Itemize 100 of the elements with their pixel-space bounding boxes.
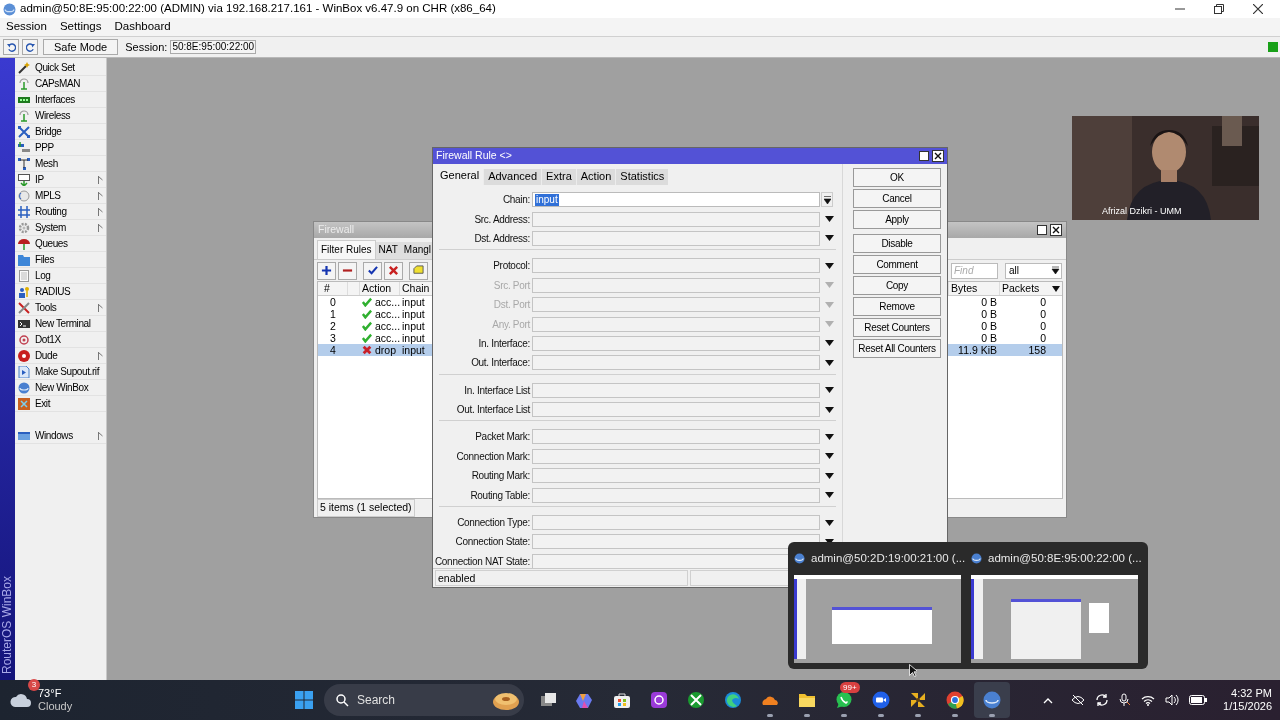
taskbar-app[interactable]: 99+: [826, 682, 862, 718]
battery-icon[interactable]: [1189, 695, 1208, 705]
sidebar-item[interactable]: Queues: [15, 236, 106, 252]
add-button[interactable]: [317, 261, 336, 280]
dialog-button[interactable]: Reset All Counters: [853, 339, 941, 358]
dropdown-icon[interactable]: [825, 262, 834, 269]
enable-button[interactable]: [363, 261, 382, 280]
sync-icon[interactable]: [1095, 693, 1110, 707]
dialog-button[interactable]: Comment: [853, 255, 941, 274]
hidden-eye-icon[interactable]: [1071, 694, 1086, 706]
select-field[interactable]: [532, 402, 820, 418]
select-field[interactable]: [532, 382, 820, 398]
sidebar-item[interactable]: Make Supout.rif: [15, 364, 106, 380]
dropdown-icon[interactable]: [825, 453, 834, 460]
select-field[interactable]: [532, 429, 820, 445]
dropdown-icon[interactable]: [825, 492, 834, 499]
sidebar-item[interactable]: Dude: [15, 348, 106, 364]
dialog-button[interactable]: Disable: [853, 234, 941, 253]
dialog-button[interactable]: OK: [853, 168, 941, 187]
wifi-icon[interactable]: [1141, 694, 1156, 706]
close-icon[interactable]: [1050, 224, 1062, 236]
select-field[interactable]: [532, 230, 820, 246]
remove-button[interactable]: [338, 261, 357, 280]
menu-item[interactable]: Session: [6, 18, 47, 36]
search-box[interactable]: Search: [324, 684, 524, 716]
window-thumbnail[interactable]: [971, 575, 1138, 663]
sidebar-item[interactable]: System: [15, 220, 106, 236]
filter-select[interactable]: all: [1005, 262, 1062, 279]
redo-button[interactable]: [22, 39, 38, 55]
sidebar-item[interactable]: Files: [15, 252, 106, 268]
find-field[interactable]: Find: [951, 262, 998, 279]
sidebar-item[interactable]: New Terminal: [15, 316, 106, 332]
dropdown-icon[interactable]: [825, 359, 834, 366]
disable-button[interactable]: [384, 261, 403, 280]
dropdown-icon[interactable]: [825, 472, 834, 479]
sidebar-item[interactable]: RADIUS: [15, 284, 106, 300]
select-field[interactable]: [532, 258, 820, 274]
select-field[interactable]: [532, 534, 820, 550]
close-icon[interactable]: [1253, 4, 1263, 14]
chain-field[interactable]: input: [532, 192, 820, 208]
maximize-icon[interactable]: [918, 150, 930, 162]
sidebar-item[interactable]: CAPsMAN: [15, 76, 106, 92]
sidebar-item[interactable]: Dot1X: [15, 332, 106, 348]
microphone-icon[interactable]: [1119, 693, 1132, 707]
sidebar-item[interactable]: Windows: [15, 428, 106, 444]
select-field[interactable]: [532, 515, 820, 531]
tab[interactable]: Action: [575, 169, 616, 185]
menu-item[interactable]: Settings: [59, 18, 102, 36]
column-header[interactable]: Packets: [1000, 282, 1052, 295]
dropdown-icon[interactable]: [825, 406, 834, 413]
select-field[interactable]: [532, 487, 820, 503]
dropdown-icon[interactable]: [825, 434, 834, 440]
column-header[interactable]: Action: [360, 282, 400, 295]
dropdown-icon[interactable]: [1052, 285, 1060, 293]
restore-icon[interactable]: [1214, 4, 1224, 14]
dropdown-icon[interactable]: [825, 387, 834, 394]
tab[interactable]: Statistics: [615, 169, 669, 185]
close-icon[interactable]: [932, 150, 944, 162]
sidebar-item[interactable]: Wireless: [15, 108, 106, 124]
column-header[interactable]: #: [318, 282, 348, 295]
undo-button[interactable]: [3, 39, 19, 55]
sidebar-item[interactable]: Routing: [15, 204, 106, 220]
select-field[interactable]: [532, 211, 820, 227]
dialog-button[interactable]: Remove: [853, 297, 941, 316]
window-thumbnail[interactable]: [794, 575, 961, 663]
select-field[interactable]: [532, 355, 820, 371]
dialog-button[interactable]: Apply: [853, 210, 941, 229]
select-field[interactable]: [532, 335, 820, 351]
safe-mode-button[interactable]: Safe Mode: [43, 39, 119, 55]
sidebar-item[interactable]: Mesh: [15, 156, 106, 172]
tab[interactable]: Advanced: [483, 169, 542, 185]
menu-item[interactable]: Dashboard: [114, 18, 171, 36]
sidebar-item[interactable]: Quick Set: [15, 60, 106, 76]
sidebar-item[interactable]: New WinBox: [15, 380, 106, 396]
sidebar-item[interactable]: Exit: [15, 396, 106, 412]
sidebar-item[interactable]: Log: [15, 268, 106, 284]
dialog-button[interactable]: Reset Counters: [853, 318, 941, 337]
dropdown-button[interactable]: [821, 192, 833, 208]
sidebar-item[interactable]: IP: [15, 172, 106, 188]
clock-date[interactable]: 1/15/2026: [1223, 700, 1272, 713]
speaker-icon[interactable]: [1165, 694, 1180, 706]
dialog-button[interactable]: Copy: [853, 276, 941, 295]
start-button[interactable]: [292, 688, 316, 712]
sidebar-item[interactable]: PPP: [15, 140, 106, 156]
clock-time[interactable]: 4:32 PM: [1231, 687, 1272, 700]
comment-button[interactable]: [409, 261, 428, 280]
maximize-icon[interactable]: [1036, 224, 1048, 236]
select-field[interactable]: [532, 468, 820, 484]
sidebar-item[interactable]: Tools: [15, 300, 106, 316]
sidebar-item[interactable]: Interfaces: [15, 92, 106, 108]
chevron-up-icon[interactable]: [1043, 696, 1054, 704]
dialog-button[interactable]: Cancel: [853, 189, 941, 208]
dropdown-icon[interactable]: [825, 235, 834, 242]
tab[interactable]: Filter Rules: [317, 240, 376, 259]
dropdown-icon[interactable]: [825, 340, 834, 347]
select-field[interactable]: [532, 448, 820, 464]
tab[interactable]: Extra: [541, 169, 576, 185]
sidebar-item[interactable]: Bridge: [15, 124, 106, 140]
tab[interactable]: NAT: [375, 242, 401, 259]
sidebar-item[interactable]: MPLS: [15, 188, 106, 204]
